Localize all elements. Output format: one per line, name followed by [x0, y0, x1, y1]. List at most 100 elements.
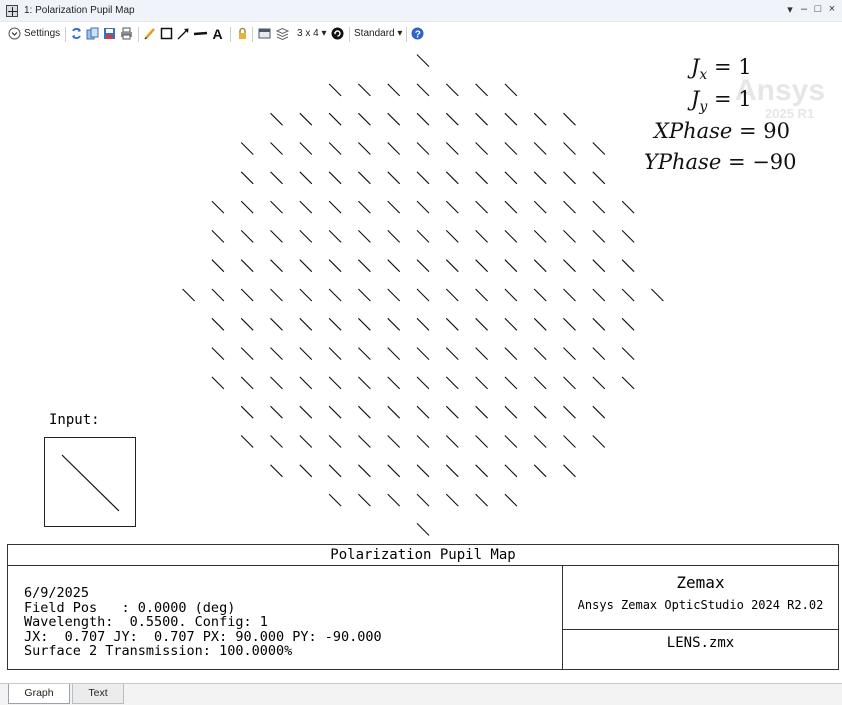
polarization-line — [533, 464, 547, 478]
polarization-line — [270, 435, 283, 448]
polarization-line — [475, 142, 488, 155]
polarization-line — [328, 405, 342, 419]
copy-icon[interactable] — [86, 27, 99, 40]
polarization-line — [592, 317, 606, 331]
layout-dropdown[interactable]: 3 x 4 ▾ — [297, 26, 326, 42]
info-title: Polarization Pupil Map — [8, 545, 838, 566]
polarization-line — [592, 200, 606, 214]
polarization-line — [211, 230, 225, 243]
info-transmission: Surface 2 Transmission: 100.0000% — [24, 643, 293, 659]
window-app-icon[interactable] — [6, 5, 18, 17]
settings-button[interactable]: Settings — [24, 26, 60, 42]
polarization-line — [563, 435, 576, 448]
polarization-line — [592, 288, 606, 302]
polarization-line — [621, 288, 635, 302]
polarization-line — [270, 112, 283, 126]
polarization-line — [651, 288, 664, 302]
polarization-line — [416, 171, 430, 185]
window-menu-button[interactable]: ▾ — [784, 3, 796, 16]
polarization-line — [299, 347, 313, 360]
polarization-line — [416, 230, 430, 243]
polarization-line — [387, 171, 401, 185]
polarization-line — [592, 171, 606, 185]
polarization-line — [475, 317, 488, 331]
polarization-line — [358, 112, 371, 126]
window-title: 1: Polarization Pupil Map — [24, 5, 135, 16]
polarization-line — [445, 200, 459, 214]
polarization-line — [504, 317, 518, 331]
polarization-line — [358, 464, 371, 478]
tab-bar: Graph Text — [0, 683, 842, 705]
polarization-line — [504, 493, 518, 507]
text-icon[interactable]: A — [212, 26, 225, 42]
polarization-line — [387, 347, 401, 360]
polarization-line — [475, 288, 488, 302]
maximize-button[interactable]: □ — [812, 3, 824, 15]
polarization-line — [504, 259, 518, 273]
svg-text:?: ? — [415, 30, 421, 41]
polarization-line — [270, 171, 283, 185]
polarization-line — [387, 200, 401, 214]
rectangle-icon[interactable] — [160, 27, 173, 40]
polarization-line — [328, 288, 342, 302]
toolbar-separator — [349, 27, 350, 42]
lock-icon[interactable] — [236, 27, 249, 40]
polarization-line — [387, 142, 401, 155]
info-jones: JX: 0.707 JY: 0.707 PX: 90.000 PY: -90.0… — [24, 628, 382, 645]
tab-graph[interactable]: Graph — [8, 684, 70, 704]
polarization-line — [416, 317, 430, 331]
rotate-icon[interactable] — [331, 27, 344, 40]
product-name: Ansys Zemax OpticStudio 2024 R2.02 — [577, 598, 824, 612]
layers-icon[interactable] — [275, 27, 290, 41]
plot-area[interactable]: Ansys 2025 R1 Jx = 1 Jy = 1 XPhase = 90 … — [0, 46, 842, 542]
polarization-line — [475, 230, 488, 243]
polarization-line — [504, 171, 518, 185]
polarization-line — [387, 288, 401, 302]
polarization-line — [533, 317, 547, 331]
polarization-line — [387, 435, 401, 448]
polarization-line — [270, 142, 283, 155]
polarization-line — [504, 347, 518, 360]
save-icon[interactable] — [103, 27, 116, 40]
xphase-equation: XPhase = 90 — [654, 119, 791, 143]
minimize-button[interactable]: – — [798, 3, 810, 15]
polarization-line — [211, 376, 225, 390]
polarization-line — [621, 259, 635, 273]
polarization-line — [240, 347, 254, 360]
polarization-line — [240, 230, 254, 243]
yphase-equation: YPhase = −90 — [644, 150, 797, 174]
polarization-line — [475, 200, 488, 214]
polarization-line — [387, 464, 401, 478]
print-icon[interactable] — [120, 27, 133, 40]
info-date: 6/9/2025 — [24, 585, 90, 601]
polarization-line — [504, 230, 518, 243]
polarization-line — [475, 464, 488, 478]
input-polarization-line — [61, 454, 120, 512]
tab-text[interactable]: Text — [72, 684, 124, 704]
polarization-line — [240, 200, 254, 214]
polarization-line — [504, 83, 518, 97]
pencil-icon[interactable] — [144, 27, 157, 40]
toolbar-separator — [252, 27, 253, 42]
style-dropdown[interactable]: Standard ▾ — [354, 26, 402, 42]
refresh-icon[interactable] — [70, 27, 83, 40]
help-icon[interactable]: ? — [411, 27, 424, 41]
polarization-line — [358, 405, 371, 419]
jx-equation: Jx = 1 — [691, 55, 752, 83]
toolbar-separator — [230, 27, 231, 42]
arrow-icon[interactable] — [177, 27, 190, 40]
polarization-line — [445, 317, 459, 331]
polarization-line — [445, 259, 459, 273]
polarization-line — [358, 317, 371, 331]
line-icon[interactable] — [193, 27, 208, 40]
polarization-line — [270, 259, 283, 273]
close-button[interactable]: × — [826, 3, 838, 15]
polarization-line — [563, 142, 576, 155]
settings-chevron-icon[interactable] — [8, 27, 21, 40]
window-icon[interactable] — [258, 27, 271, 40]
polarization-line — [358, 435, 371, 448]
polarization-line — [299, 376, 313, 390]
polarization-line — [445, 83, 459, 97]
polarization-line — [416, 435, 430, 448]
polarization-line — [416, 376, 430, 390]
